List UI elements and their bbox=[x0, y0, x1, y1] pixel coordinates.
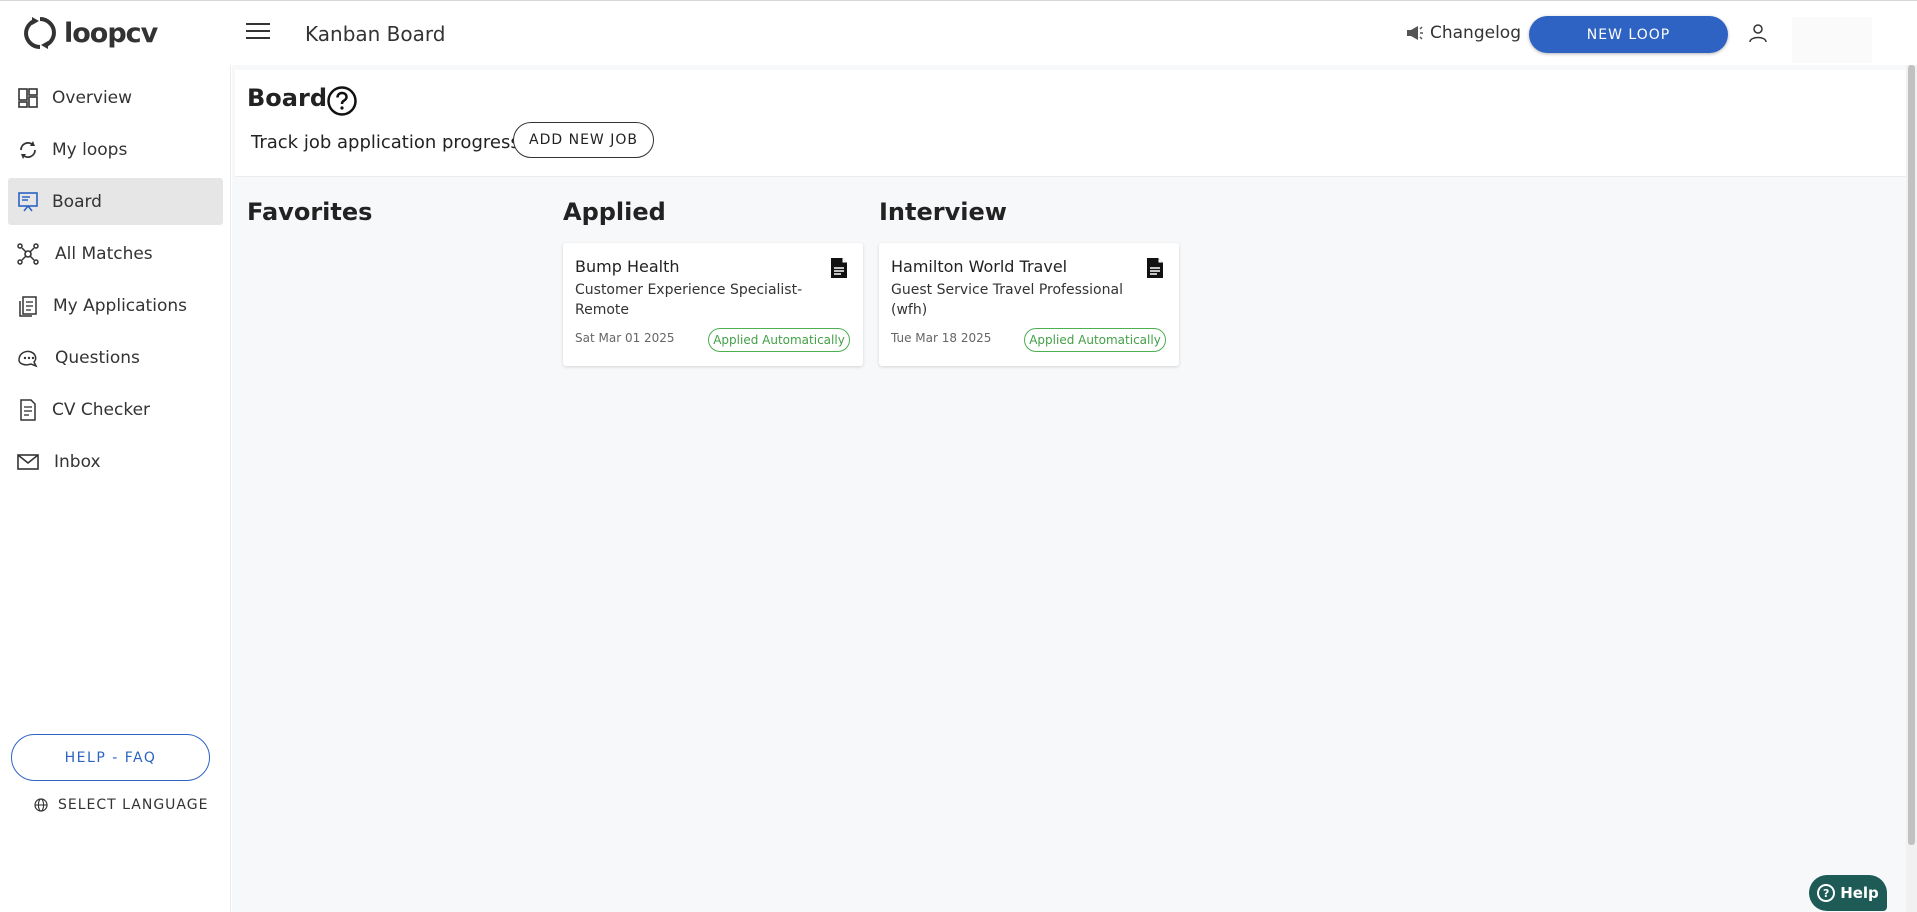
sidebar-item-label: My loops bbox=[52, 139, 128, 160]
sidebar-item-label: My Applications bbox=[53, 295, 187, 316]
sidebar-item-label: CV Checker bbox=[52, 399, 151, 420]
page-title: Board bbox=[247, 84, 327, 112]
globe-icon bbox=[34, 798, 48, 812]
megaphone-icon bbox=[1407, 26, 1423, 40]
column-title-interview: Interview bbox=[879, 198, 1007, 226]
job-card-company: Bump Health bbox=[575, 257, 680, 276]
logo-text: loopcv bbox=[64, 17, 158, 49]
questions-icon bbox=[18, 350, 38, 368]
sidebar: Overview My loops Board All Matches My A… bbox=[0, 65, 231, 912]
sidebar-item-overview[interactable]: Overview bbox=[8, 74, 223, 121]
help-icon: ? bbox=[1817, 884, 1836, 902]
document-icon[interactable] bbox=[1146, 257, 1164, 279]
sidebar-item-label: Questions bbox=[55, 347, 140, 368]
loop-logo-icon bbox=[24, 17, 56, 49]
scrollbar-thumb[interactable] bbox=[1908, 65, 1915, 845]
hamburger-menu-icon[interactable] bbox=[246, 23, 270, 43]
logo[interactable]: loopcv bbox=[22, 15, 158, 51]
job-card-date: Sat Mar 01 2025 bbox=[575, 331, 675, 345]
cv-checker-icon bbox=[20, 399, 36, 421]
sidebar-item-questions[interactable]: Questions bbox=[8, 334, 223, 381]
changelog-label: Changelog bbox=[1430, 23, 1522, 43]
help-question-icon[interactable] bbox=[326, 85, 358, 117]
board-icon bbox=[18, 192, 38, 212]
new-loop-button[interactable]: NEW LOOP bbox=[1529, 16, 1728, 53]
select-language-button[interactable]: SELECT LANGUAGE bbox=[34, 797, 208, 813]
applications-icon bbox=[19, 296, 37, 317]
inbox-icon bbox=[17, 454, 39, 470]
user-icon[interactable] bbox=[1748, 23, 1768, 43]
status-badge: Applied Automatically bbox=[1024, 328, 1166, 352]
loop-icon bbox=[20, 141, 36, 159]
sidebar-item-cv-checker[interactable]: CV Checker bbox=[8, 386, 223, 433]
sidebar-item-label: Board bbox=[52, 191, 102, 212]
overview-icon bbox=[18, 88, 38, 108]
job-card[interactable]: Hamilton World Travel Guest Service Trav… bbox=[879, 243, 1179, 366]
top-bar: loopcv Kanban Board Changelog NEW LOOP bbox=[0, 0, 1917, 65]
column-title-favorites: Favorites bbox=[247, 198, 373, 226]
job-card-role: Guest Service Travel Professional (wfh) bbox=[891, 282, 1123, 318]
job-card-role: Customer Experience Specialist- Remote bbox=[575, 282, 803, 318]
document-icon[interactable] bbox=[830, 257, 848, 279]
job-card-company: Hamilton World Travel bbox=[891, 257, 1068, 276]
sidebar-item-inbox[interactable]: Inbox bbox=[8, 438, 223, 485]
board-header: Board Track job application progress ADD… bbox=[235, 70, 1906, 177]
help-widget-button[interactable]: ? Help bbox=[1809, 875, 1887, 911]
main-content: Board Track job application progress ADD… bbox=[232, 65, 1906, 912]
sidebar-item-label: Inbox bbox=[54, 451, 101, 472]
sidebar-item-my-loops[interactable]: My loops bbox=[8, 126, 223, 173]
job-card-date: Tue Mar 18 2025 bbox=[891, 331, 992, 345]
sidebar-item-label: All Matches bbox=[55, 243, 153, 264]
board-subtitle: Track job application progress bbox=[251, 132, 520, 153]
add-new-job-button[interactable]: ADD NEW JOB bbox=[513, 122, 654, 158]
sidebar-item-label: Overview bbox=[52, 87, 133, 108]
changelog-link[interactable]: Changelog bbox=[1406, 23, 1521, 43]
job-card[interactable]: Bump Health Customer Experience Speciali… bbox=[563, 243, 863, 366]
sidebar-item-my-applications[interactable]: My Applications bbox=[8, 282, 223, 329]
status-badge: Applied Automatically bbox=[708, 328, 850, 352]
column-title-applied: Applied bbox=[563, 198, 666, 226]
select-language-label: SELECT LANGUAGE bbox=[58, 797, 209, 813]
help-widget-label: Help bbox=[1840, 884, 1879, 902]
sidebar-item-all-matches[interactable]: All Matches bbox=[8, 230, 223, 277]
sidebar-item-board[interactable]: Board bbox=[8, 178, 223, 225]
help-faq-button[interactable]: HELP - FAQ bbox=[11, 734, 210, 781]
account-placeholder bbox=[1792, 17, 1872, 63]
matches-icon bbox=[17, 243, 39, 265]
page-heading: Kanban Board bbox=[305, 22, 446, 46]
